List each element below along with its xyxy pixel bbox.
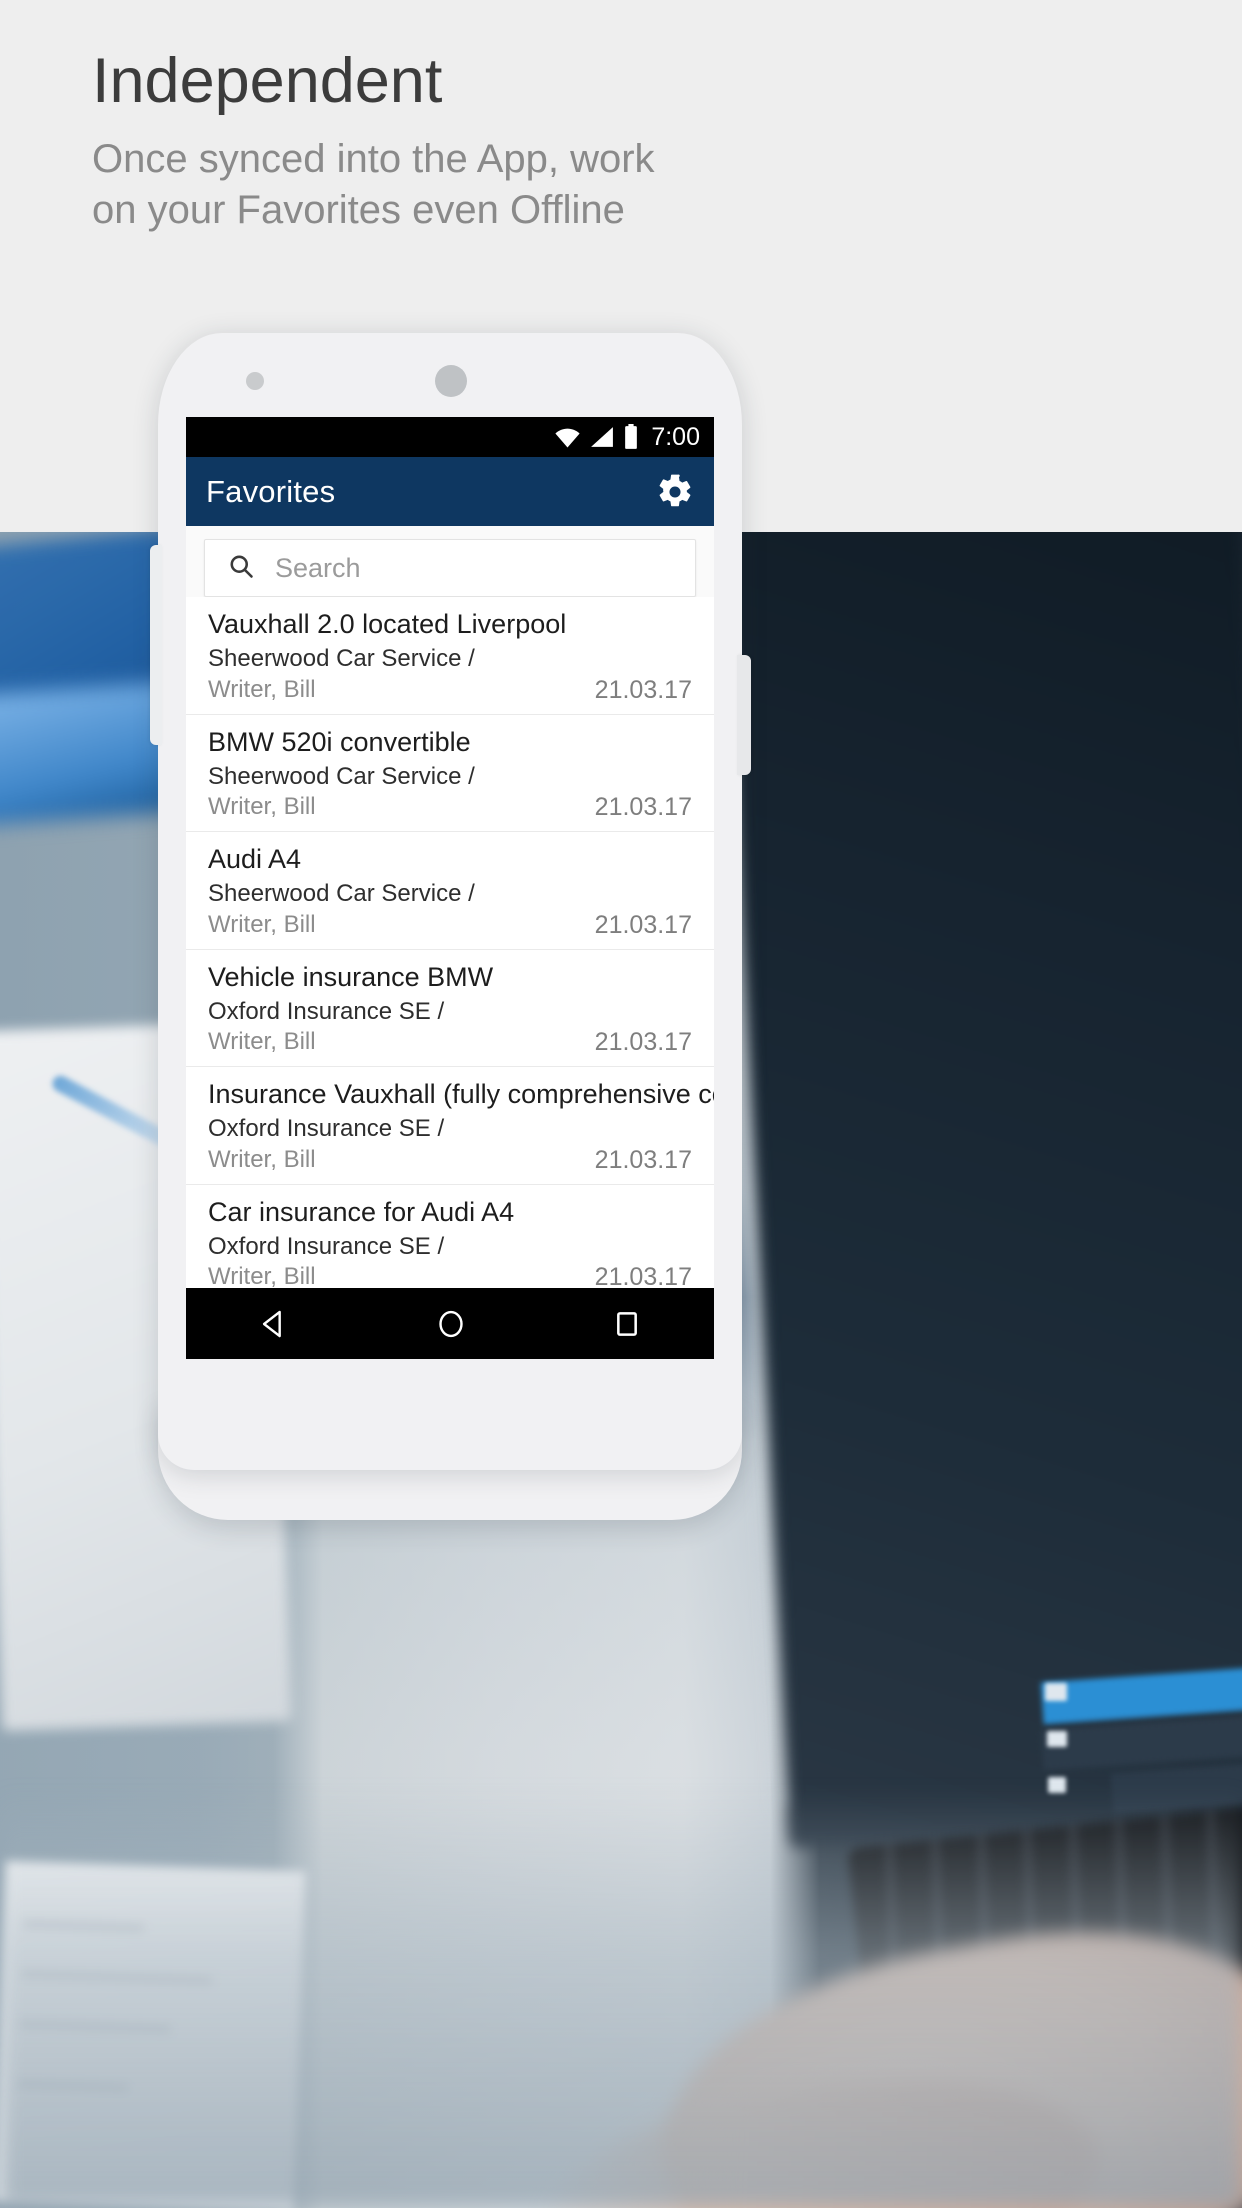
phone-proximity-sensor-icon [246,372,264,390]
android-navigation-bar [186,1288,714,1359]
app-bar-title: Favorites [206,473,336,509]
list-item-title: Insurance Vauxhall (fully comprehensive … [208,1079,714,1110]
phone-power-button[interactable] [737,655,751,775]
list-item-company: Oxford Insurance SE / [208,1232,445,1260]
phone-front-camera-icon [435,365,467,397]
list-item-company: Sheerwood Car Service / [208,645,475,673]
background-laptop-icon-2 [1047,1731,1067,1747]
list-item-date: 21.03.17 [594,910,692,939]
list-item[interactable]: Vehicle insurance BMW Oxford Insurance S… [186,950,714,1068]
search-input[interactable]: Search [275,553,361,584]
phone-volume-button[interactable] [150,545,162,745]
home-circle-icon[interactable] [434,1307,468,1341]
list-item-title: Audi A4 [208,844,302,875]
list-item-date: 21.03.17 [594,793,692,822]
list-item[interactable]: Vauxhall 2.0 located Liverpool Sheerwood… [186,597,714,715]
list-item-title: BMW 520i convertible [208,726,471,757]
list-item-date: 21.03.17 [594,1145,692,1174]
list-item-company: Oxford Insurance SE / [208,997,445,1025]
page-title: Independent [92,46,443,116]
status-bar-clock: 7:00 [651,422,700,451]
list-item-date: 21.03.17 [594,675,692,704]
list-item-title: Car insurance for Audi A4 [208,1196,515,1227]
list-item-company: Sheerwood Car Service / [208,762,475,790]
search-container: Search [186,526,714,597]
signal-icon [590,426,614,448]
phone-screen: 7:00 Favorites Search Vauxhall 2.0 locat… [186,417,714,1359]
list-item-date: 21.03.17 [594,1028,692,1057]
list-item[interactable]: Car insurance for Audi A4 Oxford Insuran… [186,1185,714,1303]
recents-square-icon[interactable] [611,1308,643,1340]
search-bar[interactable]: Search [204,539,696,597]
list-item[interactable]: BMW 520i convertible Sheerwood Car Servi… [186,715,714,833]
wifi-icon [554,426,581,448]
background-laptop-icon-1 [1045,1683,1067,1701]
background-laptop-screen [714,386,1242,1849]
list-item[interactable]: Audi A4 Sheerwood Car Service / Writer, … [186,832,714,950]
search-icon [227,552,255,585]
battery-icon [623,424,639,450]
list-item[interactable]: Insurance Vauxhall (fully comprehensive … [186,1067,714,1185]
page-subtitle: Once synced into the App, work on your F… [92,137,655,232]
list-item-company: Oxford Insurance SE / [208,1115,445,1143]
back-triangle-icon[interactable] [257,1307,291,1341]
background-desk-surface [0,1788,1242,2208]
promo-screenshot: Independent Once synced into the App, wo… [0,0,1242,2208]
app-bar: Favorites [186,457,714,526]
list-item-title: Vauxhall 2.0 located Liverpool [208,609,567,639]
list-item-company: Sheerwood Car Service / [208,880,475,908]
favorites-list[interactable]: Vauxhall 2.0 located Liverpool Sheerwood… [186,597,714,1358]
list-item-title: Vehicle insurance BMW [208,961,494,992]
gear-icon[interactable] [656,473,694,511]
status-bar: 7:00 [186,417,714,457]
